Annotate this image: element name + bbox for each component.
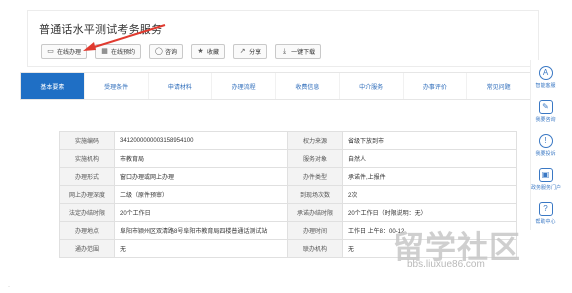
tab-faq[interactable]: 常见问题: [467, 73, 531, 99]
field-value: 省级下放到市: [342, 131, 517, 150]
star-icon: ★: [197, 48, 204, 55]
field-value: 2次: [342, 185, 517, 204]
field-value: 市教育局: [114, 149, 288, 168]
field-label: 实施编码: [59, 131, 115, 150]
table-row: 办理形式 窗口办理或网上办理 办件类型 承诺件,上报件: [59, 167, 517, 186]
table-row: 实施机构 市教育局 服务对象 自然人: [59, 149, 517, 168]
field-label: 权力来源: [287, 131, 343, 150]
sidebar-item-consult[interactable]: ✎ 我要咨询: [531, 100, 560, 123]
table-row: 网上办理深度 二级（原件预审） 到现场次数 2次: [59, 185, 517, 204]
red-arrow-annotation: [83, 24, 166, 51]
tab-evaluation[interactable]: 办事评价: [404, 73, 468, 99]
share-button[interactable]: ↗ 分享: [233, 44, 268, 59]
field-value: 窗口办理或网上办理: [114, 167, 288, 186]
field-label: 法定办结时限: [59, 203, 115, 222]
field-label: 到现场次数: [287, 185, 343, 204]
tab-bar: 基本要素 受理条件 申请材料 办理流程 收费信息 中介服务 办事评价 常见问题: [20, 72, 532, 100]
field-label: 服务对象: [287, 149, 343, 168]
sidebar-item-complaint[interactable]: ! 我要投诉: [531, 134, 560, 157]
tab-intermediary[interactable]: 中介服务: [340, 73, 404, 99]
help-icon: ?: [538, 202, 553, 216]
field-label: 办理时间: [287, 221, 343, 240]
download-icon: ⤓: [283, 48, 287, 55]
field-label: 办理形式: [59, 167, 115, 186]
watermark-url: bbs.liuxue86.com: [407, 259, 485, 270]
cursor-dot: ·: [8, 284, 10, 290]
assistant-icon: A: [538, 66, 553, 80]
tab-fees[interactable]: 收费信息: [276, 73, 340, 99]
tab-acceptance-conditions[interactable]: 受理条件: [85, 73, 149, 99]
field-label: 通办范围: [59, 239, 115, 258]
sidebar-item-help[interactable]: ? 帮助中心: [531, 202, 560, 225]
tab-basic-elements[interactable]: 基本要素: [21, 73, 85, 99]
sidebar-item-assistant[interactable]: A 智能客服: [531, 66, 560, 89]
field-label: 承诺办结时限: [287, 203, 343, 222]
table-row: 实施编码 341200000000315895410​0 权力来源 省级下放到市: [59, 131, 517, 150]
complaint-icon: !: [538, 134, 553, 148]
field-value: 无: [114, 239, 288, 258]
service-card: 普通话水平测试考务服务 ▭ 在线办理 ▦ 在线预约 ◯ 咨询 ★ 收藏 ↗ 分享 ⤓ 一键下…: [27, 10, 539, 67]
field-label: 实施机构: [59, 149, 115, 168]
floating-sidebar: A 智能客服 ✎ 我要咨询 ! 我要投诉 ▣ 政务服务门户 ? 帮助中心: [530, 60, 561, 230]
field-value: 阜阳市颍州区双清路8号阜阳市教育局四楼普通话测试站: [114, 221, 288, 240]
field-label: 网上办理深度: [59, 185, 115, 204]
field-value: 341200000000315895410​0: [114, 131, 288, 150]
favorite-button[interactable]: ★ 收藏: [191, 44, 226, 59]
field-value: 20个工作日（时限说明：无）: [342, 203, 517, 222]
consult-icon: ✎: [538, 100, 553, 114]
tab-application-materials[interactable]: 申请材料: [149, 73, 213, 99]
field-label: 联办机构: [287, 239, 343, 258]
download-button[interactable]: ⤓ 一键下载: [275, 44, 322, 59]
table-row: 法定办结时限 20个工作日 承诺办结时限 20个工作日（时限说明：无）: [59, 203, 517, 222]
portal-icon: ▣: [538, 168, 553, 182]
field-value: 承诺件,上报件: [342, 167, 517, 186]
monitor-icon: ▭: [47, 48, 54, 55]
field-label: 办理地点: [59, 221, 115, 240]
field-value: 自然人: [342, 149, 517, 168]
field-value: 20个工作日: [114, 203, 288, 222]
sidebar-item-portal[interactable]: ▣ 政务服务门户: [531, 168, 561, 191]
field-label: 办件类型: [287, 167, 343, 186]
field-value: 二级（原件预审）: [114, 185, 288, 204]
tab-process[interactable]: 办理流程: [212, 73, 276, 99]
share-icon: ↗: [239, 48, 246, 55]
